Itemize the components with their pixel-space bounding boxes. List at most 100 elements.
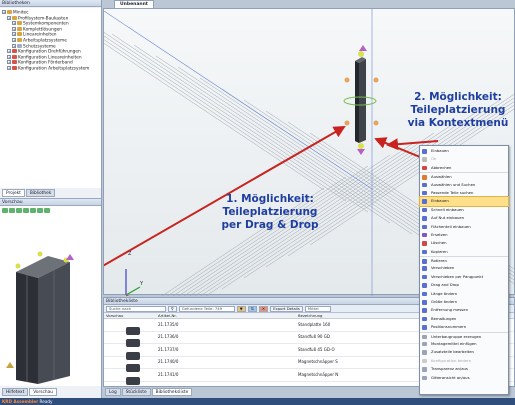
expand-icon[interactable]: +	[7, 49, 11, 54]
sort-icon[interactable]: ⇅	[247, 305, 257, 312]
tab-bibliothek[interactable]: Bibliothek	[25, 189, 56, 197]
menu-item-icon	[422, 175, 427, 180]
context-menu-item[interactable]: Kopieren	[420, 248, 508, 256]
context-menu-item[interactable]: Montagemittel einfügen	[420, 340, 508, 348]
tree-node-label: Konfiguration Arbeitsplatzsystem	[18, 66, 90, 72]
menu-item-icon	[422, 283, 427, 288]
context-menu-item[interactable]: Unterbaugruppe erzeugen	[420, 331, 508, 340]
view-front-icon[interactable]	[2, 208, 8, 213]
menu-item-icon	[422, 266, 427, 271]
part-thumbnail-icon	[126, 339, 140, 348]
context-menu-item[interactable]: Zusatzteile bearbeiten	[420, 348, 508, 356]
export-details-button[interactable]: Export Details	[270, 305, 303, 312]
menu-item-icon	[422, 241, 427, 246]
context-menu: Einbauen Ok Abbrechen Auswählen Auswählen un…	[419, 145, 509, 395]
annotation-drag-drop: 1. Möglichkeit: Teileplatzierung per Dra…	[200, 193, 340, 232]
tab-stueckliste[interactable]: Stückliste	[121, 388, 151, 396]
menu-item-icon	[422, 316, 427, 322]
context-menu-item[interactable]: Länge ändern	[420, 290, 508, 298]
context-menu-item[interactable]: Bemaßungen	[420, 315, 508, 323]
context-menu-item[interactable]: Einbauen	[420, 147, 508, 155]
found-parts-field: Gefundene Teile: 749	[178, 305, 235, 312]
search-button[interactable]: ⚲	[168, 305, 177, 312]
context-menu-item[interactable]: Abbrechen	[420, 164, 508, 172]
tab-hilfetext[interactable]: Hilfetext	[2, 388, 29, 396]
menu-item-icon	[422, 291, 427, 297]
context-menu-item[interactable]: Auf Nut einbauen	[420, 214, 508, 222]
context-menu-item[interactable]: Drag and Drop	[420, 281, 508, 289]
preview-title: Vorschau	[0, 199, 101, 206]
context-menu-item[interactable]: Flächenteil einbauen	[420, 223, 508, 231]
expand-icon[interactable]: +	[12, 32, 16, 37]
context-menu-item[interactable]: Einbauen	[419, 196, 509, 207]
menu-item-label: Schnell einbauen	[431, 206, 464, 212]
menu-item-icon	[422, 249, 427, 255]
expand-icon[interactable]: +	[12, 43, 16, 48]
context-menu-item[interactable]: Entfernung messen	[420, 306, 508, 314]
menu-item-label: Auswählen	[431, 174, 452, 180]
tab-vorschau[interactable]: Vorschau	[29, 388, 57, 396]
menu-item-icon	[422, 334, 427, 340]
view-left-icon[interactable]	[16, 208, 22, 213]
view-top-icon[interactable]	[30, 208, 36, 213]
size-select[interactable]: Mittel	[304, 305, 331, 312]
expand-icon[interactable]: +	[7, 60, 11, 65]
context-menu-item[interactable]: Rotieren	[420, 256, 508, 264]
menu-item-icon	[422, 182, 427, 188]
row-artikel: 21.1737/0	[158, 346, 179, 352]
context-menu-item[interactable]: Positionsnummern	[420, 323, 508, 331]
menu-item-icon	[422, 274, 427, 280]
context-menu-item[interactable]: Konfiguration ändern	[420, 357, 508, 365]
expand-icon[interactable]: +	[7, 54, 11, 59]
context-menu-item[interactable]: Größe ändern	[420, 298, 508, 306]
menu-item-label: Verschieben per Pangpunkt	[431, 273, 484, 279]
expand-icon[interactable]: +	[12, 21, 16, 26]
filter-icon[interactable]: ▼	[236, 305, 246, 312]
col-vorschau[interactable]: Vorschau	[104, 313, 156, 318]
annotation-2-line1: 2. Möglichkeit:	[414, 91, 502, 103]
menu-item-icon	[422, 308, 427, 313]
expand-icon[interactable]: +	[12, 26, 16, 31]
context-menu-item[interactable]: Löschen	[420, 239, 508, 247]
expand-icon[interactable]: +	[12, 37, 16, 42]
folder-icon	[12, 15, 17, 20]
expand-icon[interactable]: +	[2, 10, 6, 14]
expand-icon[interactable]: +	[7, 65, 11, 70]
context-menu-item[interactable]: Auswählen	[420, 172, 508, 180]
tab-projekt[interactable]: Projekt	[2, 189, 25, 197]
menu-item-label: Größe ändern	[431, 299, 458, 305]
tab-bibliotheksliste[interactable]: Bibliotheksliste	[151, 388, 193, 396]
expand-icon[interactable]: +	[7, 15, 11, 20]
context-menu-item[interactable]: Ersetzen	[420, 231, 508, 239]
tab-log[interactable]: Log	[105, 388, 121, 396]
clear-icon[interactable]: ✕	[258, 305, 269, 312]
context-menu-item[interactable]: Verschieben per Pangpunkt	[420, 273, 508, 281]
context-menu-item[interactable]: Verschieben	[420, 264, 508, 272]
folder-icon	[12, 54, 17, 59]
placed-part[interactable]	[343, 45, 379, 155]
view-right-icon[interactable]	[23, 208, 29, 213]
menu-item-icon	[422, 207, 427, 213]
col-artikel[interactable]: Artikel-Nr.	[156, 313, 296, 318]
document-tab[interactable]: Unbenannt	[114, 0, 154, 8]
view-back-icon[interactable]	[9, 208, 15, 213]
folder-icon	[17, 37, 22, 42]
folder-icon	[12, 65, 17, 70]
tree-node[interactable]: + Konfiguration Arbeitsplatzsystem	[2, 65, 101, 72]
menu-item-label: Auf Nut einbauen	[431, 215, 465, 221]
context-menu-item[interactable]: Gitteransicht an/aus	[420, 374, 508, 382]
context-menu-item[interactable]: Passende Teile suchen	[420, 189, 508, 197]
context-menu-item[interactable]: Schnell einbauen	[420, 206, 508, 214]
part-thumbnail-icon	[126, 326, 140, 335]
view-iso-icon[interactable]	[44, 208, 50, 213]
context-menu-item[interactable]: Auswählen und Suchen	[420, 181, 508, 189]
search-input[interactable]: Suche nach	[106, 305, 166, 312]
context-menu-item[interactable]: Transparenz an/aus	[420, 365, 508, 373]
context-menu-item[interactable]: Ok	[420, 155, 508, 163]
left-tabs: Projekt Bibliothek	[2, 189, 56, 197]
view-bottom-icon[interactable]	[37, 208, 43, 213]
annotation-1-line2: Teileplatzierung	[222, 206, 318, 218]
menu-item-icon	[422, 190, 427, 196]
menu-item-icon	[422, 325, 427, 330]
menu-item-icon	[422, 375, 427, 381]
